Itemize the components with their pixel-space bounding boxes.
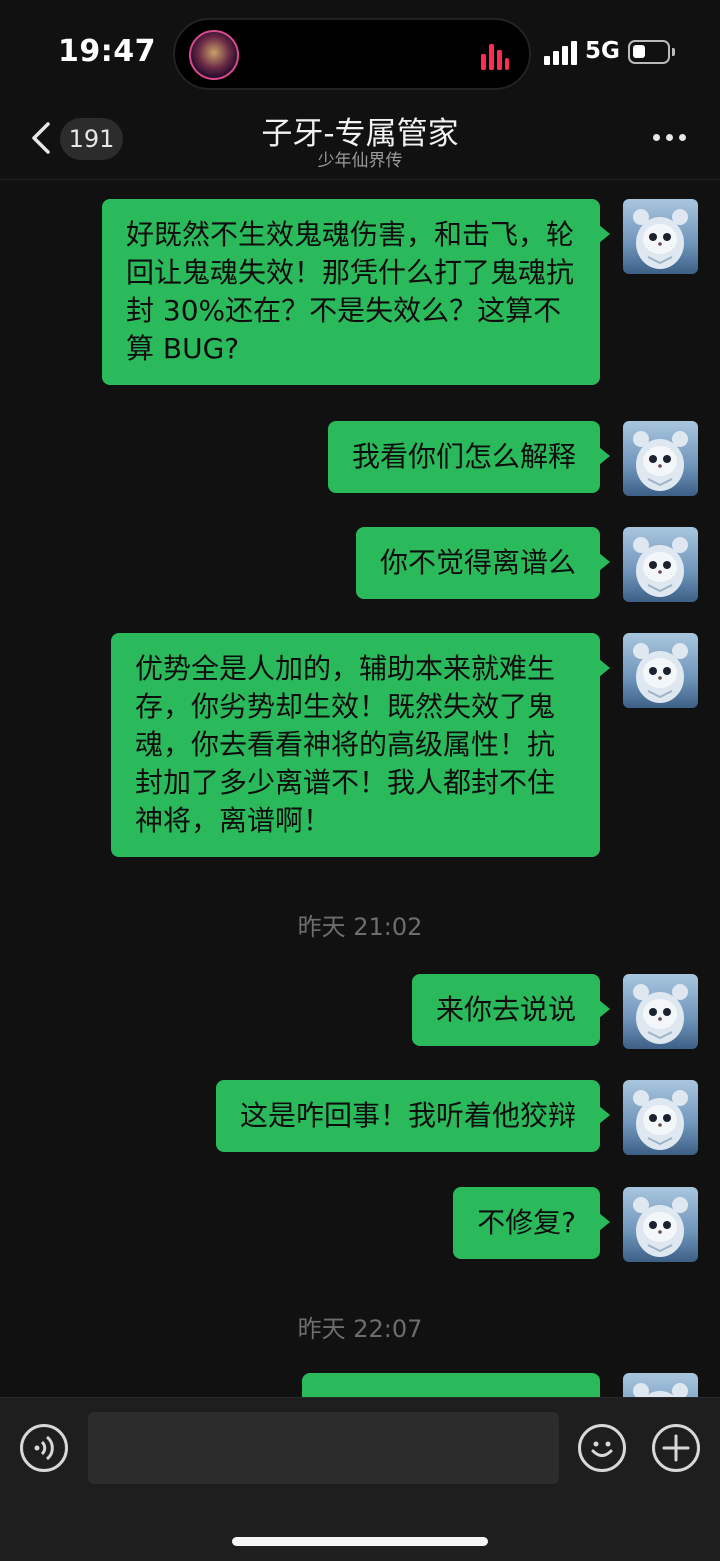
avatar-image xyxy=(633,643,688,703)
plus-icon xyxy=(662,1434,690,1462)
avatar-image xyxy=(633,537,688,597)
network-type: 5G xyxy=(585,38,620,64)
message-bubble[interactable]: 我看你们怎么解释 xyxy=(327,421,611,493)
audio-bars-icon xyxy=(481,44,509,70)
avatar-image xyxy=(633,431,688,491)
message-bubble[interactable] xyxy=(302,1373,600,1397)
message-input[interactable] xyxy=(88,1412,559,1484)
message-bubble[interactable]: 你不觉得离谱么 xyxy=(355,527,611,599)
now-playing-artwork xyxy=(189,30,239,80)
signal-icon xyxy=(544,41,580,65)
message-bubble[interactable]: 来你去说说 xyxy=(411,974,611,1046)
voice-button[interactable] xyxy=(20,1424,68,1472)
emoji-button[interactable] xyxy=(578,1424,626,1472)
chat-header: 191 子牙-专属管家 少年仙界传 xyxy=(0,100,720,180)
avatar[interactable] xyxy=(623,1187,698,1262)
input-bar xyxy=(0,1397,720,1561)
message-bubble[interactable]: 这是咋回事！我听着他狡辩 xyxy=(215,1080,611,1152)
more-dots-icon xyxy=(653,134,660,141)
message-bubble[interactable]: 不修复? xyxy=(453,1187,610,1259)
message-list[interactable]: 好既然不生效鬼魂伤害，和击飞，轮回让鬼魂失效！那凭什么打了鬼魂抗封 30%还在？… xyxy=(0,181,720,1397)
avatar-image xyxy=(633,1197,688,1257)
avatar[interactable] xyxy=(623,199,698,274)
avatar[interactable] xyxy=(623,527,698,602)
avatar-image xyxy=(633,1383,688,1397)
more-button[interactable] xyxy=(650,134,690,144)
avatar[interactable] xyxy=(623,633,698,708)
dynamic-island[interactable] xyxy=(173,18,531,90)
avatar[interactable] xyxy=(623,1080,698,1155)
status-bar: 19:47 5G xyxy=(0,0,720,100)
status-time: 19:47 xyxy=(58,34,156,69)
timestamp: 昨天 22:07 xyxy=(297,1315,423,1343)
avatar[interactable] xyxy=(623,421,698,496)
emoji-icon xyxy=(591,1441,613,1457)
message-bubble[interactable]: 好既然不生效鬼魂伤害，和击飞，轮回让鬼魂失效！那凭什么打了鬼魂抗封 30%还在？… xyxy=(102,199,610,385)
more-functions-button[interactable] xyxy=(652,1424,700,1472)
chat-subtitle: 少年仙界传 xyxy=(317,151,403,171)
voice-icon xyxy=(34,1435,54,1461)
battery-icon xyxy=(628,40,675,64)
message-bubble[interactable]: 优势全是人加的，辅助本来就难生存，你劣势却生效！既然失效了鬼魂，你去看看神将的高… xyxy=(111,633,610,857)
avatar-image xyxy=(633,1090,688,1150)
home-indicator[interactable] xyxy=(232,1537,488,1546)
avatar[interactable] xyxy=(623,1373,698,1397)
avatar-image xyxy=(633,209,688,269)
avatar-image xyxy=(633,984,688,1044)
timestamp: 昨天 21:02 xyxy=(297,913,423,941)
avatar[interactable] xyxy=(623,974,698,1049)
